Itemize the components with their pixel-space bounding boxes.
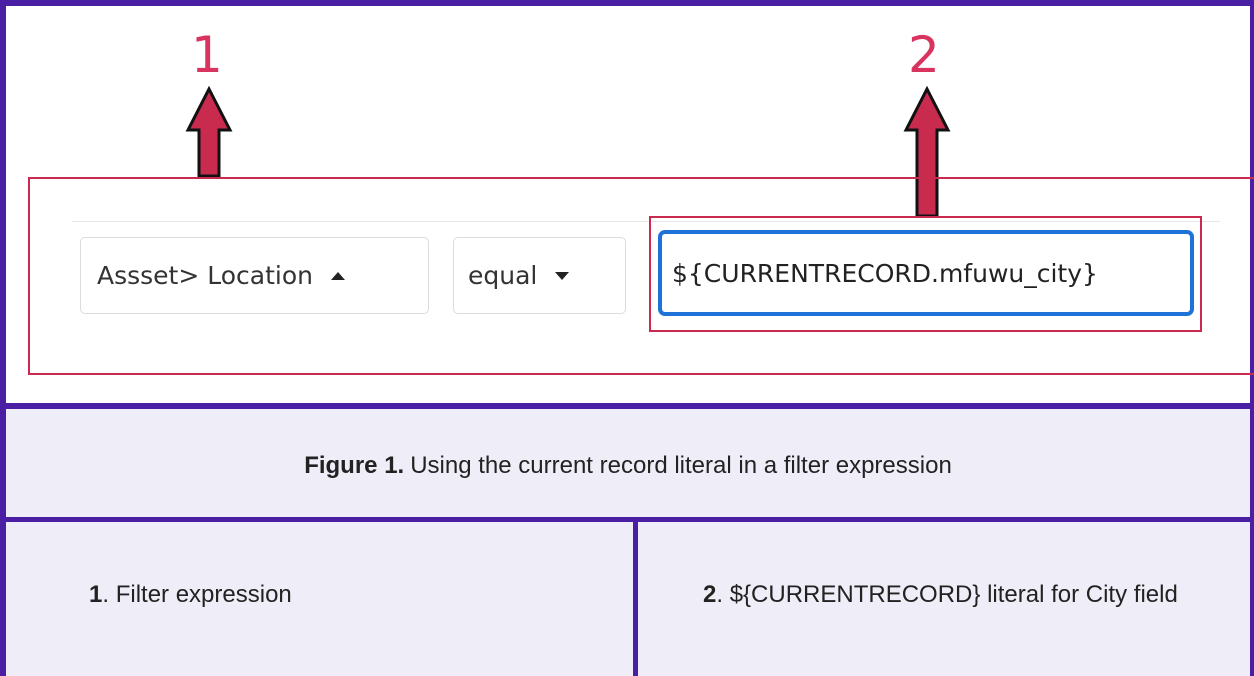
figure-caption: Figure 1. Using the current record liter… (0, 403, 1254, 522)
field-dropdown-label: Assset> Location (97, 261, 313, 290)
field-dropdown[interactable]: Assset> Location (80, 237, 429, 314)
caption-label: Figure 1. (304, 451, 405, 479)
description-text-1: . Filter expression (102, 581, 292, 608)
description-number-2: 2 (703, 581, 717, 608)
description-number-1: 1 (89, 581, 103, 608)
caret-up-icon (331, 271, 345, 280)
description-cell-2: 2. ${CURRENTRECORD} literal for City fie… (638, 522, 1250, 676)
callout-number-1: 1 (191, 26, 223, 84)
callout-arrow-1 (185, 86, 233, 178)
caption-text: Using the current record literal in a fi… (410, 451, 952, 479)
figure-frame: 1 2 Assset> Location equal Figure 1. Usi… (0, 0, 1254, 676)
operator-dropdown-label: equal (468, 261, 538, 290)
caret-down-icon (555, 271, 570, 280)
description-text-2: . ${CURRENTRECORD} literal for City fiel… (716, 581, 1178, 608)
value-input[interactable] (658, 230, 1194, 316)
callout-number-2: 2 (908, 26, 940, 84)
description-row: 1. Filter expression 2. ${CURRENTRECORD}… (0, 517, 1254, 676)
operator-dropdown[interactable]: equal (453, 237, 626, 314)
description-cell-1: 1. Filter expression (6, 522, 638, 676)
